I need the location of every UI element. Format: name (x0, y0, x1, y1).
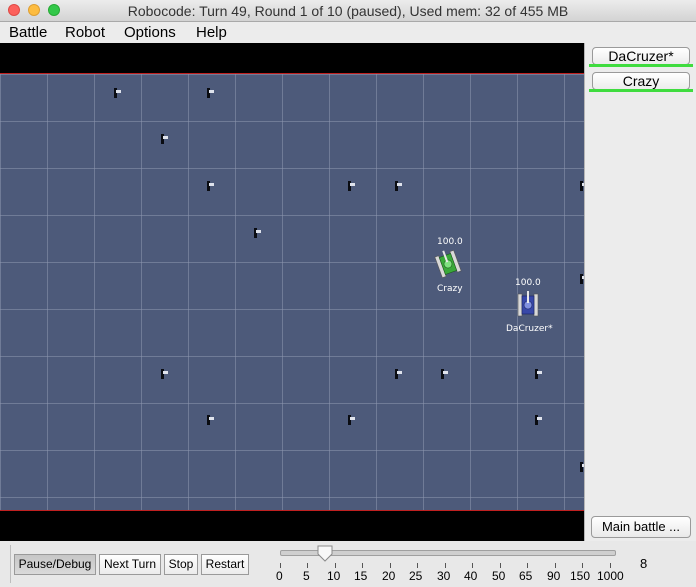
slider-tick (335, 563, 336, 568)
window-title: Robocode: Turn 49, Round 1 of 10 (paused… (127, 3, 569, 19)
slider-tick (582, 563, 583, 568)
slider-tick (500, 563, 501, 568)
stop-button[interactable]: Stop (164, 554, 198, 575)
floor-rivet-icon (205, 181, 215, 191)
robot-energy-bar-crazy (589, 89, 693, 92)
robot-energy-dacruzer: 100.0 (515, 278, 541, 288)
tps-value: 8 (640, 556, 648, 571)
slider-tick (362, 563, 363, 568)
restart-button[interactable]: Restart (201, 554, 249, 575)
pause-debug-button[interactable]: Pause/Debug (14, 554, 96, 575)
slider-tick (390, 563, 391, 568)
next-turn-button[interactable]: Next Turn (99, 554, 161, 575)
menu-robot[interactable]: Robot (65, 24, 105, 41)
floor-rivet-icon (533, 415, 543, 425)
floor-rivet-icon (346, 181, 356, 191)
slider-tick-label: 50 (492, 569, 506, 583)
slider-tick-label: 5 (303, 569, 310, 583)
menu-help[interactable]: Help (196, 24, 227, 41)
slider-tick-label: 30 (437, 569, 451, 583)
floor-rivet-icon (159, 369, 169, 379)
slider-tick-label: 150 (570, 569, 591, 583)
control-bar: Pause/Debug Next Turn Stop Restart 0 5 1… (0, 541, 696, 587)
slider-tick-label: 1000 (597, 569, 624, 583)
floor-rivet-icon (252, 228, 262, 238)
robot-side-panel: DaCruzer* Crazy Main battle ... (584, 43, 696, 541)
slider-tick (445, 563, 446, 568)
floor-rivet-icon (346, 415, 356, 425)
floor-rivet-icon (533, 369, 543, 379)
robot-energy-bar-dacruzer (589, 64, 693, 67)
slider-tick (610, 563, 611, 568)
slider-tick (280, 563, 281, 568)
battlefield: 100.0 Crazy 100.0 DaCruzer* (0, 73, 584, 511)
tank-dacruzer-icon[interactable] (514, 291, 542, 319)
robot-button-dacruzer[interactable]: DaCruzer* (592, 47, 690, 65)
slider-tick (307, 563, 308, 568)
robot-name-dacruzer: DaCruzer* (506, 324, 553, 334)
floor-rivet-icon (439, 369, 449, 379)
tank-crazy-icon[interactable] (434, 250, 462, 278)
menu-bar: Battle Robot Options Help (0, 22, 696, 43)
floor-rivet-icon (205, 88, 215, 98)
slider-tick-label: 20 (382, 569, 396, 583)
robot-name-crazy: Crazy (437, 284, 463, 294)
slider-tick (417, 563, 418, 568)
floor-rivet-icon (393, 181, 403, 191)
title-bar: Robocode: Turn 49, Round 1 of 10 (paused… (0, 0, 696, 22)
battle-view: 100.0 Crazy 100.0 DaCruzer* (0, 43, 584, 541)
slider-tick-label: 0 (276, 569, 283, 583)
slider-tick-label: 10 (327, 569, 341, 583)
floor-rivet-icon (205, 415, 215, 425)
slider-tick-label: 90 (547, 569, 561, 583)
floor-rivet-icon (159, 134, 169, 144)
menu-battle[interactable]: Battle (9, 24, 47, 41)
robot-energy-crazy: 100.0 (437, 237, 463, 247)
slider-tick-label: 25 (409, 569, 423, 583)
floor-rivet-icon (393, 369, 403, 379)
slider-tick-label: 65 (519, 569, 533, 583)
slider-tick (527, 563, 528, 568)
menu-options[interactable]: Options (124, 24, 176, 41)
battle-toolbar: Pause/Debug Next Turn Stop Restart (10, 545, 249, 583)
robot-button-crazy[interactable]: Crazy (592, 72, 690, 90)
slider-tick-label: 15 (354, 569, 368, 583)
slider-tick (472, 563, 473, 568)
slider-tick-label: 40 (464, 569, 478, 583)
main-battle-button[interactable]: Main battle ... (591, 516, 691, 538)
slider-tick (555, 563, 556, 568)
slider-thumb-icon[interactable] (316, 544, 334, 562)
floor-rivet-icon (112, 88, 122, 98)
